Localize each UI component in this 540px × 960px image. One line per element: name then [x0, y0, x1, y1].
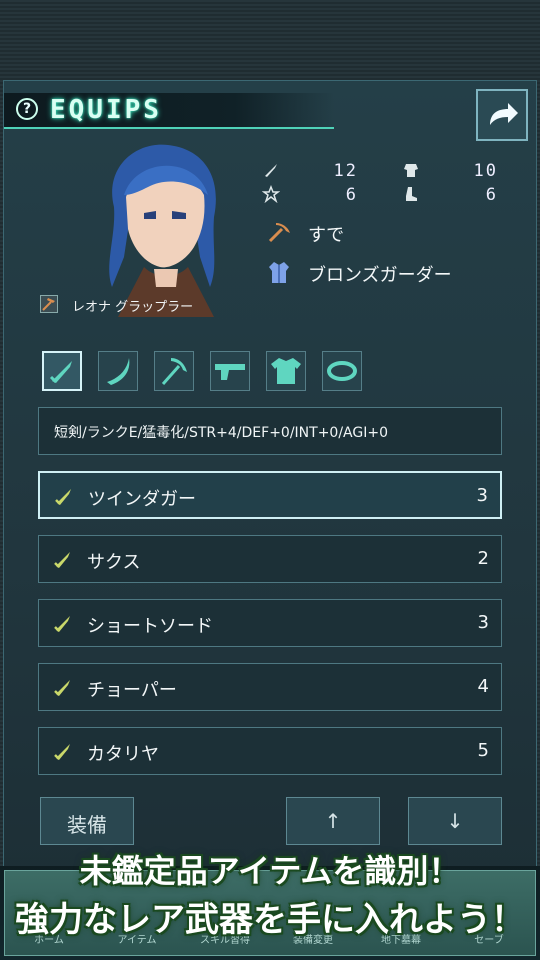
move-up-button[interactable]: ↑ [286, 797, 380, 845]
equip-button[interactable]: 装備 [40, 797, 134, 845]
item-name: チョーパー [87, 680, 177, 701]
question-circle-icon[interactable]: ? [16, 98, 38, 120]
down-arrow-icon: ↓ [446, 809, 464, 833]
stat-str: 12 10 [262, 161, 498, 181]
tab-gun[interactable] [210, 351, 250, 391]
list-item[interactable]: ショートソード 3 [38, 599, 502, 647]
item-name: カタリヤ [87, 744, 159, 765]
dagger-icon [54, 552, 70, 568]
promo-line-1: 未鑑定品アイテムを識別！ [79, 852, 461, 890]
item-description: 短剣/ランクE/猛毒化/STR+4/DEF+0/INT+0/AGI+0 [54, 425, 389, 441]
up-arrow-icon: ↑ [324, 809, 342, 833]
share-arrow-icon[interactable] [476, 89, 528, 141]
promo-line-2: 強力なレア武器を手に入れよう！ [15, 900, 525, 940]
gun-icon [215, 364, 245, 380]
stat-int: 6 6 [262, 185, 498, 205]
item-name: ツインダガー [88, 489, 196, 510]
stats-block: 12 10 6 6 [262, 161, 502, 205]
dagger-icon [49, 361, 72, 384]
pickaxe-icon [268, 223, 290, 243]
dagger-icon [55, 489, 71, 505]
hammer-icon [40, 295, 58, 313]
character-name: レオナ グラップラー [72, 300, 194, 315]
armor-stat-icon [404, 164, 418, 177]
star-stat-icon [262, 185, 280, 203]
list-item[interactable]: サクス 2 [38, 535, 502, 583]
sword-stat-icon [265, 164, 277, 177]
equipped-weapon-name: すで [308, 225, 345, 246]
shirt-icon [271, 358, 301, 384]
page-title: EQUIPS [50, 95, 162, 125]
item-name: サクス [87, 552, 141, 573]
equip-panel: ? EQUIPS レオナ グラップラー 12 10 6 6 すで ブロンズガーダ… [3, 80, 537, 880]
dagger-icon [54, 744, 70, 760]
item-count: 4 [477, 676, 489, 697]
item-count: 2 [477, 548, 489, 569]
dagger-icon [54, 616, 70, 632]
item-count: 3 [477, 612, 489, 633]
list-item[interactable]: カタリヤ 5 [38, 727, 502, 775]
move-down-button[interactable]: ↓ [408, 797, 502, 845]
tab-hammer[interactable] [154, 351, 194, 391]
boot-stat-icon [406, 187, 417, 201]
hammer-icon [161, 358, 187, 385]
scimitar-icon [107, 358, 130, 385]
tab-sword[interactable] [98, 351, 138, 391]
dagger-icon [54, 680, 70, 696]
list-item[interactable]: ツインダガー 3 [38, 471, 502, 519]
header-bar: ? EQUIPS [4, 93, 334, 129]
item-description-box: 短剣/ランクE/猛毒化/STR+4/DEF+0/INT+0/AGI+0 [38, 407, 502, 455]
item-count: 5 [477, 740, 489, 761]
coat-icon [269, 262, 289, 283]
ring-icon [327, 361, 357, 381]
item-count: 3 [476, 485, 488, 506]
list-item[interactable]: チョーパー 4 [38, 663, 502, 711]
equipped-armor-name: ブロンズガーダー [308, 265, 452, 286]
tab-ring[interactable] [322, 351, 362, 391]
equip-button-label: 装備 [67, 813, 107, 837]
character-portrait [109, 144, 216, 317]
tab-dagger[interactable] [42, 351, 82, 391]
tab-armor[interactable] [266, 351, 306, 391]
item-name: ショートソード [87, 616, 213, 637]
